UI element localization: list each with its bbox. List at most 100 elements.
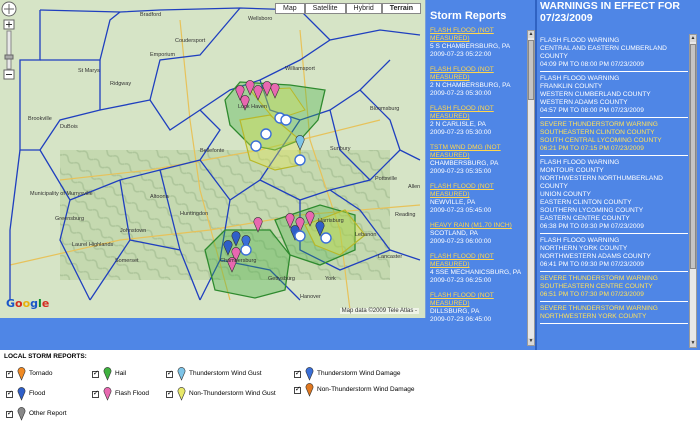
storm-reports-legend: LOCAL STORM REPORTS: Tornado Hail Thunders… [0,350,700,429]
pin-icon [305,383,314,397]
map-canvas[interactable]: Bradford Wellsboro St Marys Ridgway DuBo… [0,0,426,318]
google-logo[interactable]: Google [6,297,49,310]
storm-report-type-link[interactable]: FLASH FLOOD (NOT MEASURED) [430,105,526,121]
legend-checkbox[interactable] [294,385,301,394]
warning-detail: NORTHWESTERN ADAMS COUNTY [540,253,651,260]
storm-report-item: FLASH FLOOD (NOT MEASURED) 2 N CHAMBERSBU… [430,66,526,98]
warnings-scroll-thumb[interactable] [690,44,696,269]
legend-label: Flood [29,390,46,397]
warning-item[interactable]: SEVERE THUNDERSTORM WARNING SOUTHEASTERN … [540,272,688,302]
place-label: Coudersport [175,38,206,44]
wind-gust-marker-icon[interactable] [320,232,332,244]
wind-gust-marker-icon[interactable] [280,114,292,126]
storm-report-type-link[interactable]: FLASH FLOOD (NOT MEASURED) [430,183,526,199]
legend-checkbox[interactable] [92,369,99,378]
storm-report-location: SCOTLAND, PA [430,230,478,237]
zoom-control[interactable] [0,0,18,80]
warning-detail: SOUTHEASTERN CENTRE COUNTY [540,283,653,290]
legend-checkbox[interactable] [92,389,99,398]
legend-checkbox[interactable] [294,369,301,378]
storm-report-type-link[interactable]: FLASH FLOOD (NOT MEASURED) [430,253,526,269]
warning-type: SEVERE THUNDERSTORM WARNING [540,275,658,282]
legend-label: Hail [115,370,127,377]
google-logo-letter: e [41,297,50,310]
place-label: Lancaster [378,254,402,260]
storm-report-location: 2 N CARLISLE, PA [430,121,486,128]
warning-item[interactable]: FLASH FLOOD WARNING NORTHERN YORK COUNTY N… [540,234,688,272]
map-attribution[interactable]: Map data ©2009 Tele Atlas - [339,308,419,314]
zoom-slider-icon[interactable] [6,30,12,70]
wind-gust-marker-icon[interactable] [250,140,262,152]
warnings-list[interactable]: FLASH FLOOD WARNING CENTRAL AND EASTERN C… [540,34,688,349]
warning-item[interactable]: FLASH FLOOD WARNING CENTRAL AND EASTERN C… [540,34,688,72]
place-label: Emporium [150,52,175,58]
storm-report-type-link[interactable]: HEAVY RAIN (M1.70 INCH) [430,222,526,230]
google-logo-letter: G [6,297,16,310]
place-label: Bradford [140,12,161,18]
legend-checkbox[interactable] [6,369,13,378]
warning-item[interactable]: SEVERE THUNDERSTORM WARNING SOUTHEASTERN … [540,118,688,156]
wind-gust-marker-icon[interactable] [294,230,306,242]
storm-report-location: 5 S CHAMBERSBURG, PA [430,43,511,50]
place-label: Gettysburg [268,276,295,282]
wind-gust-marker-icon[interactable] [294,154,306,166]
map-type-terrain-button[interactable]: Terrain [381,3,421,14]
legend-label: Thunderstorm Wind Damage [317,370,401,377]
scroll-down-icon[interactable]: ▼ [690,340,696,347]
storm-report-location: NEWVILLE, PA [430,199,476,206]
warning-item[interactable]: FLASH FLOOD WARNING FRANKLIN COUNTY WESTER… [540,72,688,118]
storm-reports-panel: Storm Reports FLASH FLOOD (NOT MEASURED)… [426,0,537,350]
reports-scrollbar[interactable]: ▲ ▼ [527,30,535,346]
warning-item[interactable]: FLASH FLOOD WARNING MONTOUR COUNTY NORTHWE… [540,156,688,234]
legend-item: Thunderstorm Wind Gust [166,367,262,381]
map-type-map-button[interactable]: Map [275,3,305,14]
pin-icon [17,407,26,421]
map-type-hybrid-button[interactable]: Hybrid [345,3,382,14]
warning-type: FLASH FLOOD WARNING [540,159,620,166]
storm-report-type-link[interactable]: FLASH FLOOD (NOT MEASURED) [430,66,526,82]
storm-report-location: CHAMBERSBURG, PA [430,160,499,167]
legend-item: Hail [92,367,126,381]
storm-reports-title: Storm Reports [430,10,507,22]
scroll-up-icon[interactable]: ▲ [690,35,696,42]
wind-gust-marker-icon[interactable] [260,128,272,140]
place-label: Johnstown [120,228,146,234]
storm-report-type-link[interactable]: FLASH FLOOD (NOT MEASURED) [430,292,526,308]
place-label: DuBois [60,124,78,130]
warning-detail: EASTERN CLINTON COUNTY [540,199,632,206]
storm-report-time: 2009-07-23 05:35:00 [430,168,492,175]
place-label: Laurel Highlands [72,242,114,248]
wind-gust-marker-icon[interactable] [240,244,252,256]
storm-report-type-link[interactable]: FLASH FLOOD (NOT MEASURED) [430,27,526,43]
storm-report-type-link[interactable]: TSTM WND DMG (NOT MEASURED) [430,144,526,160]
storm-map[interactable]: Bradford Wellsboro St Marys Ridgway DuBo… [0,0,426,318]
warning-detail: EASTERN CENTRE COUNTY [540,215,630,222]
warning-detail: SOUTH CENTRAL LYCOMING COUNTY [540,137,662,144]
warning-item[interactable]: SEVERE THUNDERSTORM WARNING NORTHWESTERN … [540,302,688,324]
legend-title: LOCAL STORM REPORTS: [4,353,87,360]
map-type-satellite-button[interactable]: Satellite [304,3,346,14]
legend-label: Tornado [29,370,53,377]
place-label: Allen [408,184,420,190]
warning-detail: NORTHWESTERN YORK COUNTY [540,313,647,320]
legend-item: Other Report [6,407,67,421]
reports-scroll-thumb[interactable] [528,40,534,100]
storm-report-item: FLASH FLOOD (NOT MEASURED) DILLSBURG, PA 2… [430,292,526,324]
legend-checkbox[interactable] [166,369,173,378]
warning-detail: WESTERN ADAMS COUNTY [540,99,628,106]
scroll-down-icon[interactable]: ▼ [528,338,534,345]
place-label: Sunbury [330,146,351,152]
scroll-up-icon[interactable]: ▲ [528,31,534,38]
legend-checkbox[interactable] [6,389,13,398]
warnings-scrollbar[interactable]: ▲ ▼ [689,34,697,348]
warning-detail: MONTOUR COUNTY [540,167,604,174]
legend-checkbox[interactable] [166,389,173,398]
warning-detail: FRANKLIN COUNTY [540,83,603,90]
legend-label: Non-Thunderstorm Wind Gust [189,390,276,397]
place-label: Municipality of Murrysville [30,191,93,197]
place-label: Reading [395,212,416,218]
storm-reports-list[interactable]: FLASH FLOOD (NOT MEASURED) 5 S CHAMBERSBU… [430,27,526,349]
legend-checkbox[interactable] [6,409,13,418]
pin-icon [177,367,186,381]
place-label: Somerset [115,258,139,264]
